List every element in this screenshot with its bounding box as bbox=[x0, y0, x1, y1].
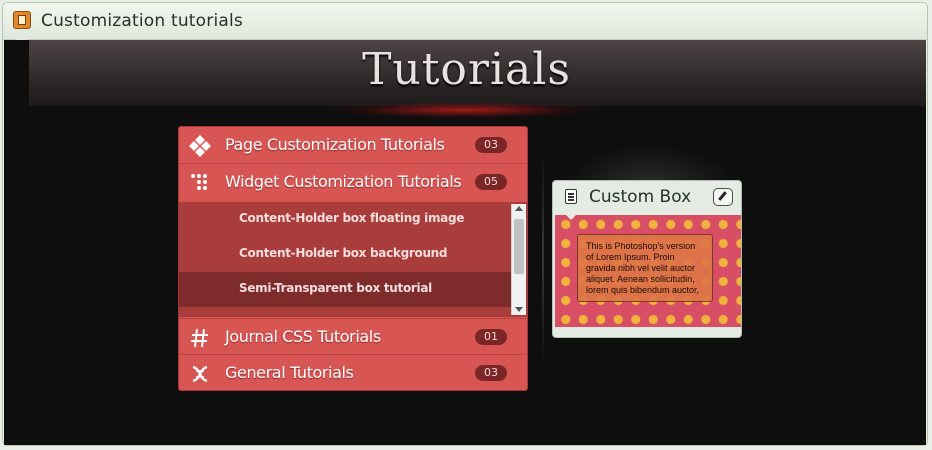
diamond-grid-icon bbox=[189, 135, 211, 157]
count-badge: 03 bbox=[475, 137, 507, 153]
window-titlebar: Customization tutorials bbox=[3, 3, 927, 45]
submenu-item-box-background[interactable]: Content-Holder box background bbox=[179, 237, 512, 272]
menu-item-label: Widget Customization Tutorials bbox=[225, 172, 462, 191]
menu-item-label: Page Customization Tutorials bbox=[225, 135, 445, 154]
submenu-item-label: Content-Holder box background bbox=[239, 246, 448, 260]
submenu-scrollbar[interactable] bbox=[511, 204, 526, 315]
document-icon bbox=[565, 189, 577, 204]
custom-box-header: Custom Box bbox=[553, 181, 741, 215]
menu-item-widget-customization[interactable]: Widget Customization Tutorials 05 bbox=[179, 164, 527, 201]
tutorial-menu: Page Customization Tutorials 03 Widget C… bbox=[178, 126, 528, 391]
hash-icon bbox=[191, 328, 208, 348]
custom-box-body-text: This is Photoshop's version of Lorem Ips… bbox=[586, 241, 700, 295]
app-window: Customization tutorials Tutorials Page C… bbox=[2, 2, 928, 446]
widget-submenu: Content-Holder box floating image Conten… bbox=[179, 202, 527, 317]
count-badge: 01 bbox=[475, 329, 507, 345]
count-badge: 05 bbox=[475, 174, 507, 190]
header-glow bbox=[334, 102, 594, 118]
menu-item-label: General Tutorials bbox=[225, 363, 354, 382]
edit-icon[interactable] bbox=[713, 188, 733, 206]
scroll-down-icon[interactable] bbox=[515, 307, 523, 312]
dots-grid-icon bbox=[191, 174, 207, 190]
submenu-item-label: Content-Holder box floating image bbox=[239, 211, 465, 225]
window-title: Customization tutorials bbox=[41, 11, 243, 31]
menu-item-general[interactable]: General Tutorials 03 bbox=[179, 355, 527, 390]
polka-dot-background: This is Photoshop's version of Lorem Ips… bbox=[555, 215, 741, 327]
submenu-item-label: Semi-Transparent box tutorial bbox=[239, 281, 432, 295]
dna-icon bbox=[192, 365, 208, 383]
content-stage: Tutorials Page Customization Tutorials 0… bbox=[4, 40, 926, 445]
scroll-up-icon[interactable] bbox=[515, 206, 523, 211]
custom-box-widget: Custom Box This is Photoshop's version o… bbox=[552, 180, 742, 338]
custom-box-title: Custom Box bbox=[589, 187, 692, 207]
vertical-divider bbox=[542, 152, 544, 362]
page-title: Tutorials bbox=[362, 44, 571, 95]
submenu-item-semi-transparent[interactable]: Semi-Transparent box tutorial bbox=[179, 272, 512, 307]
scroll-thumb[interactable] bbox=[514, 219, 524, 274]
count-badge: 03 bbox=[475, 365, 507, 381]
semi-transparent-box: This is Photoshop's version of Lorem Ips… bbox=[577, 234, 713, 302]
menu-item-journal-css[interactable]: Journal CSS Tutorials 01 bbox=[179, 318, 527, 355]
app-scroll-icon bbox=[13, 11, 31, 29]
menu-item-label: Journal CSS Tutorials bbox=[225, 327, 381, 346]
submenu-item-floating-image[interactable]: Content-Holder box floating image bbox=[179, 202, 512, 237]
custom-box-notch bbox=[565, 214, 577, 220]
menu-item-page-customization[interactable]: Page Customization Tutorials 03 bbox=[179, 127, 527, 164]
